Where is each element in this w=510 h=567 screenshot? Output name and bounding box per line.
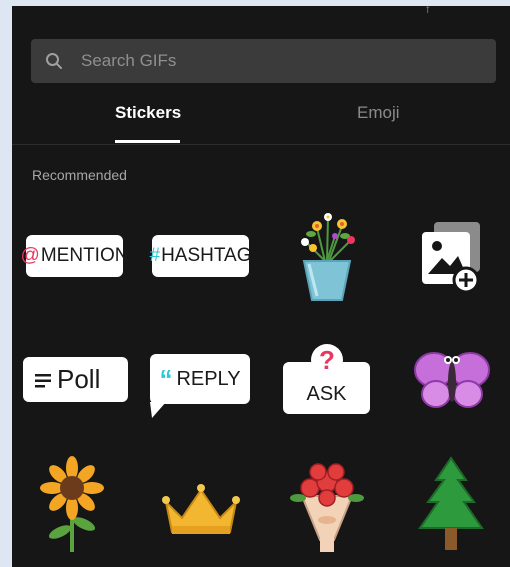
poll-sticker[interactable]: Poll [23, 357, 128, 402]
tab-emoji[interactable]: Emoji [357, 103, 400, 123]
sticker-panel: ᶠ Search GIFs Stickers Emoji Recommended… [12, 6, 510, 567]
speech-tail-icon [150, 402, 166, 418]
hashtag-symbol: # [149, 245, 161, 266]
active-tab-indicator [115, 140, 180, 143]
flowers-vase-icon[interactable] [287, 206, 367, 304]
reply-sticker[interactable]: “ REPLY [150, 354, 250, 418]
hashtag-label: HASHTAG [161, 245, 252, 266]
mention-symbol: @ [20, 245, 40, 266]
add-photo-icon[interactable] [416, 218, 486, 294]
sunflower-icon[interactable] [34, 456, 110, 554]
reply-quote-mark: “ [159, 364, 173, 394]
ask-label: ASK [306, 383, 347, 405]
pine-tree-icon[interactable] [414, 456, 488, 554]
search-input[interactable]: Search GIFs [31, 39, 496, 83]
section-label-recommended: Recommended [32, 167, 127, 183]
question-mark-icon: ? [311, 344, 343, 376]
search-placeholder: Search GIFs [81, 51, 177, 70]
mention-sticker[interactable]: @ MENTION [21, 235, 128, 277]
poll-label: Poll [57, 364, 101, 394]
reply-box: “ REPLY [150, 354, 250, 404]
search-icon [46, 53, 62, 69]
rose-bouquet-icon[interactable] [286, 458, 368, 554]
top-edge-glyph: ᶠ [426, 6, 430, 21]
reply-label: REPLY [176, 367, 241, 390]
mention-label: MENTION [40, 245, 129, 266]
poll-lines-icon [35, 364, 51, 395]
tab-stickers[interactable]: Stickers [115, 103, 181, 123]
hashtag-sticker[interactable]: # HASHTAG [149, 235, 252, 277]
crown-icon[interactable] [160, 480, 242, 540]
divider [12, 144, 510, 145]
ask-sticker[interactable]: ASK ? [283, 344, 370, 416]
butterfly-icon[interactable] [412, 346, 492, 412]
